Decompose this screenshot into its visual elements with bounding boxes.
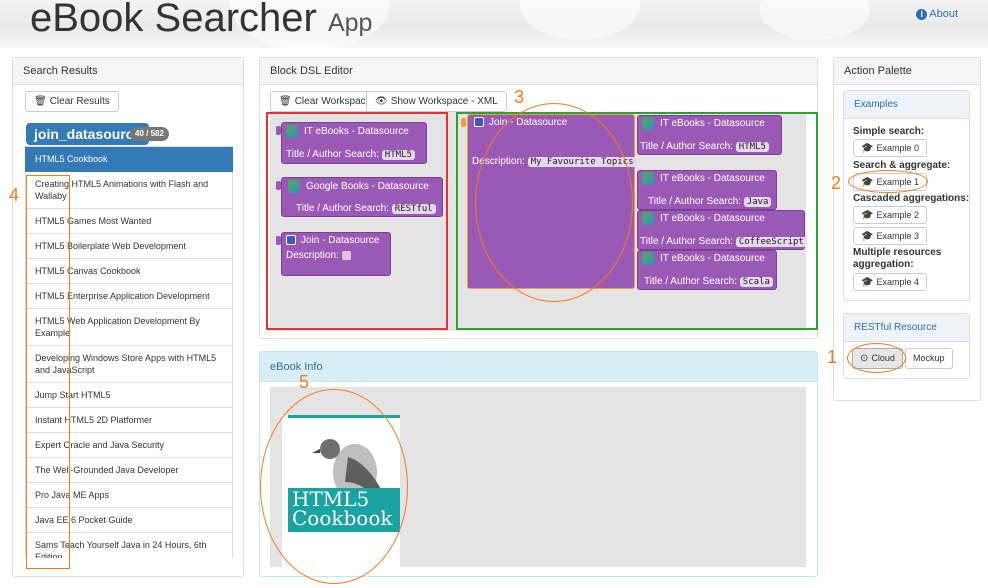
book-icon (286, 125, 298, 138)
search-term-field[interactable]: HTML5 (381, 150, 415, 160)
search-term-field[interactable]: CoffeeScript (735, 237, 807, 247)
block-connector (276, 126, 281, 135)
panel-title: Action Palette (834, 58, 980, 85)
search-term-field[interactable]: RESTful (391, 204, 436, 214)
itebooks-datasource-block[interactable]: IT eBooks - Datasource Title / Author Se… (637, 170, 777, 210)
search-term-field[interactable]: HTML5 (735, 142, 769, 152)
graduation-cap-icon: 🎓 (861, 231, 874, 242)
show-xml-button[interactable]: 👁 Show Workspace - XML (366, 91, 507, 112)
mockup-button[interactable]: Mockup (905, 348, 953, 369)
list-item[interactable]: HTML5 Cookbook (25, 147, 233, 172)
graduation-cap-icon: 🎓 (861, 277, 874, 288)
app-header: eBook Searcher App i About (0, 0, 988, 48)
join-icon (286, 235, 296, 246)
graduation-cap-icon: 🎓 (861, 143, 874, 154)
info-icon: i (916, 9, 928, 20)
book-icon (642, 172, 654, 185)
annotation-3: 3 (514, 87, 525, 107)
annotation-1: 1 (827, 347, 838, 367)
annotation-ring-3 (475, 103, 633, 302)
header-decoration (760, 0, 870, 40)
eye-icon: 👁 (375, 96, 388, 107)
join-icon (474, 117, 484, 128)
app-title: eBook Searcher App (30, 0, 373, 40)
itebooks-datasource-block[interactable]: IT eBooks - Datasource Title / Author Se… (637, 210, 807, 250)
empty-field[interactable] (341, 250, 351, 260)
group-label: Multiple resources aggregation: (853, 247, 942, 270)
annotation-ring-2 (848, 170, 928, 193)
example-2-button[interactable]: 🎓 Example 2 (853, 206, 927, 224)
googlebooks-datasource-block[interactable]: Google Books - Datasource Title / Author… (281, 177, 443, 217)
search-term-field[interactable]: Scala (739, 277, 773, 287)
book-icon (642, 212, 654, 225)
group-label: Cascaded aggregations: (853, 193, 970, 204)
panel-title: Block DSL Editor (260, 58, 817, 85)
trash-icon: 🗑 (279, 96, 292, 107)
examples-title: Examples (844, 91, 969, 119)
book-icon (288, 180, 300, 193)
itebooks-datasource-block[interactable]: IT eBooks - Datasource Title / Author Se… (637, 115, 782, 155)
panel-title: eBook Info (260, 352, 817, 382)
book-icon (642, 117, 654, 130)
search-term-field[interactable]: Java (743, 197, 772, 207)
restful-title: RESTful Resource (844, 314, 969, 342)
graduation-cap-icon: 🎓 (861, 210, 874, 221)
annotation-ring-5 (260, 389, 408, 584)
annotation-5: 5 (299, 372, 310, 392)
annotation-box-4 (26, 175, 70, 569)
panel-title: Search Results (13, 58, 243, 85)
block-connector (276, 181, 281, 190)
example-3-button[interactable]: 🎓 Example 3 (853, 227, 927, 245)
book-icon (642, 252, 654, 265)
trash-icon: 🗑 (34, 96, 47, 107)
join-datasource-block[interactable]: Join - Datasource Description: (281, 232, 391, 276)
annotation-4: 4 (9, 185, 20, 205)
group-label: Search & aggregate: (853, 160, 951, 171)
result-count-badge: 40 / 582 (130, 127, 169, 141)
header-decoration (520, 0, 640, 40)
about-link[interactable]: i About (916, 8, 958, 20)
example-0-button[interactable]: 🎓 Example 0 (853, 139, 927, 157)
itebooks-datasource-block[interactable]: IT eBooks - Datasource Title / Author Se… (637, 250, 777, 290)
clear-results-button[interactable]: 🗑 Clear Results (25, 91, 119, 112)
annotation-2: 2 (831, 173, 842, 193)
clear-workspace-button[interactable]: 🗑 Clear Workspace (270, 91, 381, 112)
group-label: Simple search: (853, 126, 925, 137)
block-connector (461, 118, 466, 127)
block-connector (276, 236, 281, 245)
example-4-button[interactable]: 🎓 Example 4 (853, 273, 927, 291)
itebooks-datasource-block[interactable]: IT eBooks - Datasource Title / Author Se… (281, 122, 427, 164)
annotation-ring-1 (847, 343, 906, 373)
